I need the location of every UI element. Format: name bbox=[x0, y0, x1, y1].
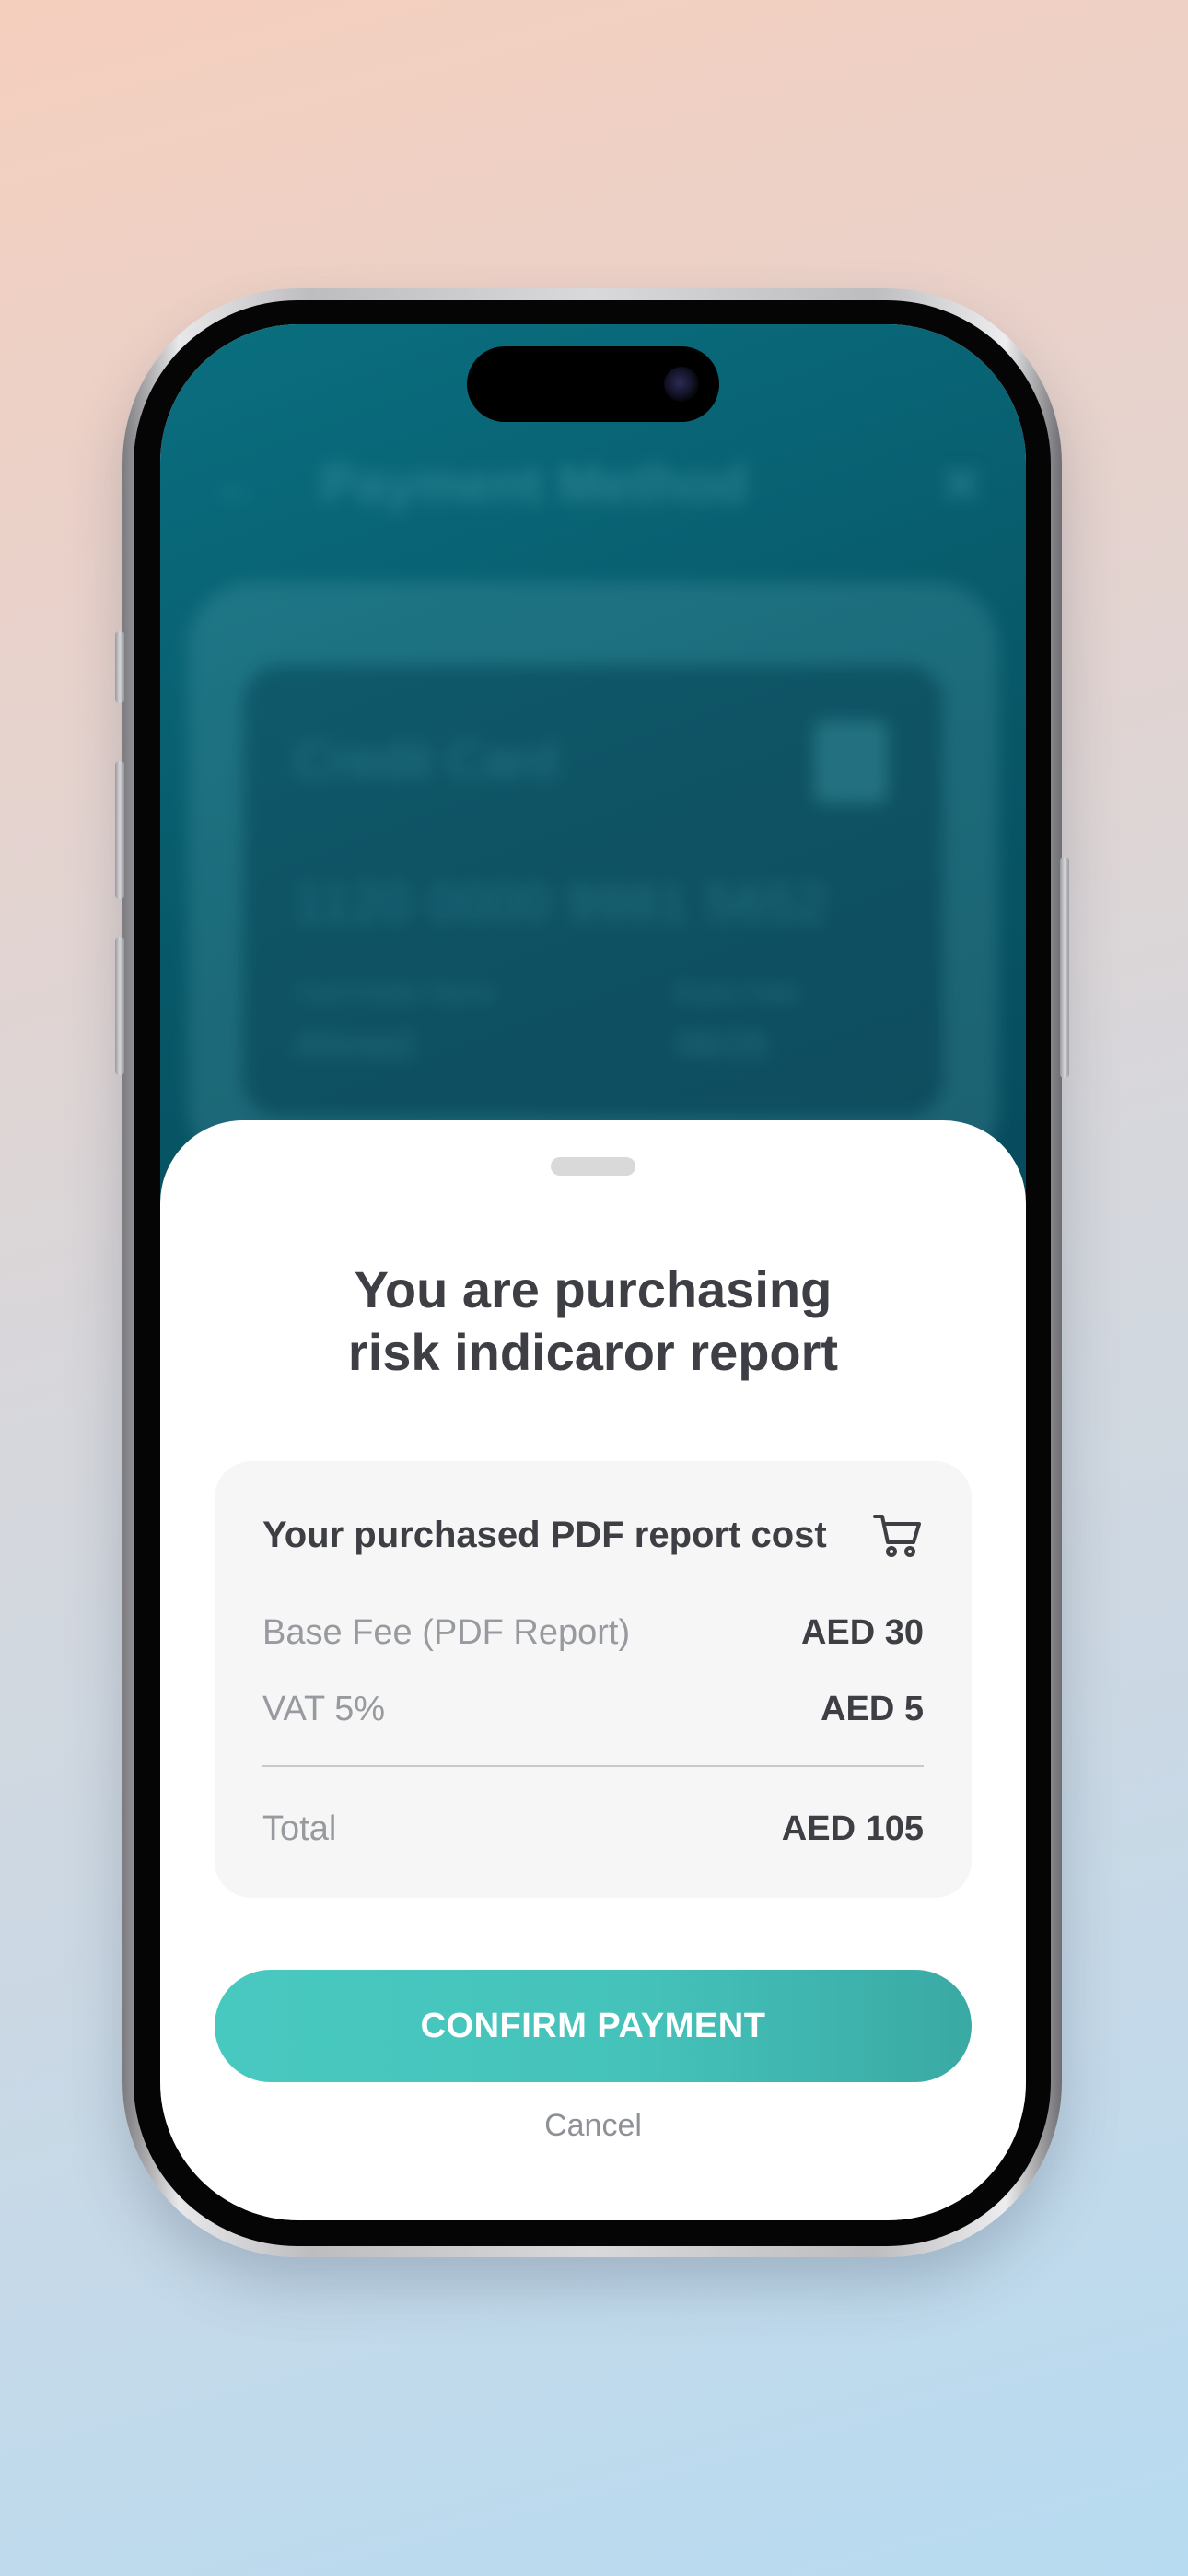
card-chip-icon bbox=[814, 720, 888, 803]
cost-row-base-fee: Base Fee (PDF Report) AED 30 bbox=[262, 1613, 924, 1659]
cost-heading: Your purchased PDF report cost bbox=[262, 1515, 827, 1555]
base-fee-label: Base Fee (PDF Report) bbox=[262, 1613, 631, 1652]
base-fee-value: AED 30 bbox=[800, 1613, 924, 1652]
card-number: 1120 0000 9981 5652 bbox=[295, 873, 828, 931]
card-holder-value: Ahmed bbox=[295, 1025, 412, 1065]
action-button bbox=[115, 631, 124, 703]
cost-row-total: Total AED 105 bbox=[262, 1809, 924, 1856]
sheet-drag-handle[interactable] bbox=[551, 1157, 635, 1176]
arrow-left-icon: ← bbox=[210, 454, 263, 514]
cart-icon bbox=[873, 1515, 921, 1557]
volume-up-button bbox=[115, 761, 124, 899]
sheet-title-line-2: risk indicaror report bbox=[347, 1323, 839, 1381]
total-value: AED 105 bbox=[781, 1809, 924, 1848]
cancel-button[interactable]: Cancel bbox=[160, 2108, 1026, 2144]
phone-screen: ← Payment Method ✕ Credit Card 1120 0000… bbox=[160, 324, 1026, 2220]
card-type: Credit Card bbox=[295, 731, 559, 789]
dynamic-island bbox=[467, 346, 719, 422]
expiry-value: 06/26 bbox=[676, 1025, 769, 1065]
volume-down-button bbox=[115, 937, 124, 1075]
cost-row-vat: VAT 5% AED 5 bbox=[262, 1690, 924, 1736]
expiry-label: Expiry Date bbox=[676, 978, 800, 1006]
cost-summary-card: Your purchased PDF report cost Base Fee … bbox=[215, 1461, 972, 1898]
close-icon: ✕ bbox=[938, 455, 984, 515]
card-holder-label: Card Holder Name bbox=[295, 978, 495, 1006]
background-credit-card: Credit Card 1120 0000 9981 5652 Card Hol… bbox=[243, 665, 943, 1117]
power-button bbox=[1060, 857, 1069, 1078]
camera-icon bbox=[664, 367, 699, 402]
vat-value: AED 5 bbox=[821, 1690, 924, 1728]
payment-confirmation-sheet: You are purchasing risk indicaror report… bbox=[160, 1120, 1026, 2220]
background-header: ← Payment Method ✕ bbox=[210, 453, 984, 515]
background-header-title: Payment Method bbox=[320, 454, 749, 514]
vat-label: VAT 5% bbox=[262, 1690, 386, 1728]
divider bbox=[262, 1765, 924, 1767]
total-label: Total bbox=[262, 1809, 337, 1848]
confirm-payment-button[interactable]: CONFIRM PAYMENT bbox=[215, 1970, 972, 2082]
sheet-title-line-1: You are purchasing bbox=[354, 1260, 833, 1318]
sheet-title: You are purchasing risk indicaror report bbox=[160, 1259, 1026, 1384]
